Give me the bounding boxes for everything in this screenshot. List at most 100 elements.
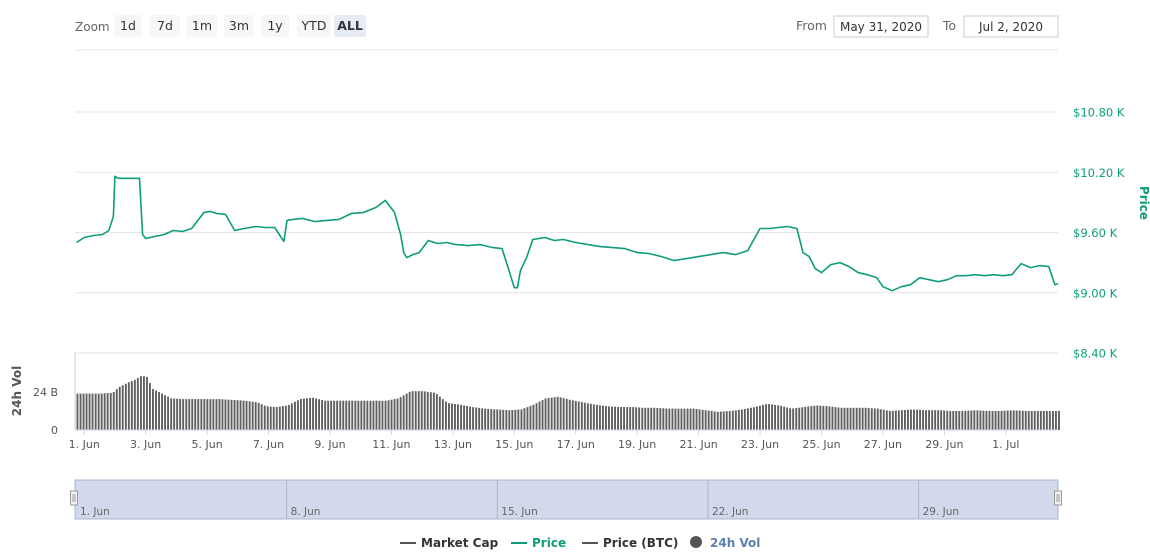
volume-bar bbox=[586, 403, 589, 430]
price-tick-label: $8.40 K bbox=[1073, 347, 1118, 361]
volume-bar bbox=[152, 389, 154, 430]
volume-series-bars[interactable] bbox=[76, 376, 1060, 430]
volume-bar bbox=[737, 409, 740, 430]
zoom-button-label[interactable]: 1d bbox=[120, 18, 136, 33]
volume-bar bbox=[635, 407, 638, 430]
volume-bar bbox=[94, 393, 97, 430]
to-date-input[interactable]: Jul 2, 2020 bbox=[963, 15, 1059, 38]
volume-bar bbox=[290, 403, 293, 430]
zoom-button-all[interactable]: ALL bbox=[334, 15, 366, 37]
volume-bar bbox=[611, 406, 613, 430]
volume-bar bbox=[112, 392, 115, 430]
volume-bar bbox=[466, 406, 468, 430]
legend-item-price-btc[interactable]: Price (BTC) bbox=[582, 536, 678, 550]
volume-bar bbox=[520, 409, 523, 430]
volume-bar bbox=[411, 391, 414, 430]
zoom-button-ytd[interactable]: YTD bbox=[297, 15, 331, 37]
volume-bar bbox=[1048, 411, 1051, 430]
volume-bar bbox=[982, 410, 985, 430]
from-date-value[interactable]: May 31, 2020 bbox=[840, 20, 922, 34]
volume-bar bbox=[731, 410, 734, 430]
volume-bar bbox=[786, 407, 789, 430]
volume-bar bbox=[644, 407, 647, 430]
volume-bar bbox=[810, 406, 813, 430]
legend-label[interactable]: 24h Vol bbox=[710, 536, 760, 550]
volume-bar bbox=[435, 394, 438, 430]
volume-bar bbox=[248, 401, 251, 430]
volume-bar bbox=[910, 409, 912, 430]
volume-bar bbox=[511, 410, 514, 430]
volume-bar bbox=[780, 405, 783, 430]
volume-bar bbox=[215, 399, 218, 430]
zoom-button-label[interactable]: YTD bbox=[301, 18, 327, 33]
volume-bar bbox=[79, 393, 82, 430]
volume-bar bbox=[230, 399, 233, 430]
volume-bar bbox=[617, 406, 619, 430]
volume-bar bbox=[765, 404, 767, 430]
right-handle-box[interactable] bbox=[1054, 490, 1062, 506]
zoom-button-label[interactable]: ALL bbox=[337, 18, 363, 33]
volume-bar bbox=[873, 408, 876, 430]
navigator-window[interactable] bbox=[74, 479, 1059, 520]
volume-bar bbox=[164, 395, 166, 430]
zoom-button-label[interactable]: 7d bbox=[157, 18, 173, 33]
volume-bar bbox=[457, 404, 459, 430]
left-handle-box[interactable] bbox=[70, 490, 78, 506]
zoom-button-1m[interactable]: 1m bbox=[187, 15, 217, 37]
volume-bar bbox=[858, 407, 861, 430]
zoom-button-3m[interactable]: 3m bbox=[224, 15, 254, 37]
volume-bar bbox=[517, 409, 520, 430]
volume-bar bbox=[363, 400, 366, 430]
legend-label[interactable]: Price bbox=[532, 536, 566, 550]
legend-item-price[interactable]: Price bbox=[511, 536, 566, 550]
zoom-button-label[interactable]: 1m bbox=[192, 18, 212, 33]
volume-bar bbox=[414, 391, 417, 430]
volume-tick-label: 24 B bbox=[33, 386, 58, 399]
volume-bar bbox=[1006, 410, 1009, 430]
price-series-line[interactable] bbox=[76, 175, 1059, 292]
navigator[interactable]: 1. Jun 8. Jun 15. Jun 22. Jun 29. Jun bbox=[70, 479, 1062, 520]
navigator-right-handle[interactable] bbox=[1054, 490, 1062, 506]
volume-bar bbox=[716, 411, 719, 430]
navigator-left-handle[interactable] bbox=[70, 490, 78, 506]
legend: Market Cap Price Price (BTC) 24h Vol bbox=[400, 536, 760, 550]
volume-bar bbox=[254, 402, 257, 430]
zoom-button-1y[interactable]: 1y bbox=[261, 15, 289, 37]
volume-bar bbox=[807, 406, 810, 430]
zoom-button-label[interactable]: 3m bbox=[229, 18, 249, 33]
volume-bar bbox=[813, 405, 816, 430]
volume-bar bbox=[106, 393, 109, 430]
zoom-button-7d[interactable]: 7d bbox=[150, 15, 180, 37]
volume-bar bbox=[1009, 410, 1012, 430]
volume-bar bbox=[638, 407, 641, 430]
volume-bar bbox=[348, 400, 351, 430]
volume-bar bbox=[408, 391, 411, 430]
legend-label[interactable]: Market Cap bbox=[421, 536, 499, 550]
volume-bar bbox=[919, 409, 921, 430]
volume-bar bbox=[801, 407, 804, 430]
volume-bar bbox=[1033, 411, 1036, 430]
legend-label[interactable]: Price (BTC) bbox=[603, 536, 678, 550]
volume-bar bbox=[426, 391, 429, 430]
legend-item-24h-vol[interactable]: 24h Vol bbox=[690, 536, 760, 550]
zoom-button-label[interactable]: 1y bbox=[267, 18, 283, 33]
volume-bar bbox=[568, 399, 571, 430]
price-gridlines bbox=[75, 111, 1058, 354]
volume-bar bbox=[750, 407, 752, 430]
volume-bar bbox=[710, 411, 713, 430]
to-date-value[interactable]: Jul 2, 2020 bbox=[978, 20, 1043, 34]
volume-bar bbox=[327, 400, 330, 430]
volume-bar bbox=[200, 399, 203, 430]
volume-bar bbox=[713, 411, 716, 430]
volume-bar bbox=[194, 399, 197, 430]
volume-bar bbox=[297, 400, 299, 430]
volume-bar bbox=[417, 391, 420, 430]
volume-bar bbox=[659, 408, 662, 430]
volume-bar bbox=[218, 399, 221, 430]
volume-bar bbox=[309, 397, 311, 430]
zoom-button-1d[interactable]: 1d bbox=[114, 15, 142, 37]
legend-item-market-cap[interactable]: Market Cap bbox=[400, 536, 499, 550]
volume-bar bbox=[928, 410, 930, 430]
volume-bar bbox=[671, 408, 674, 430]
from-date-input[interactable]: May 31, 2020 bbox=[833, 15, 929, 38]
